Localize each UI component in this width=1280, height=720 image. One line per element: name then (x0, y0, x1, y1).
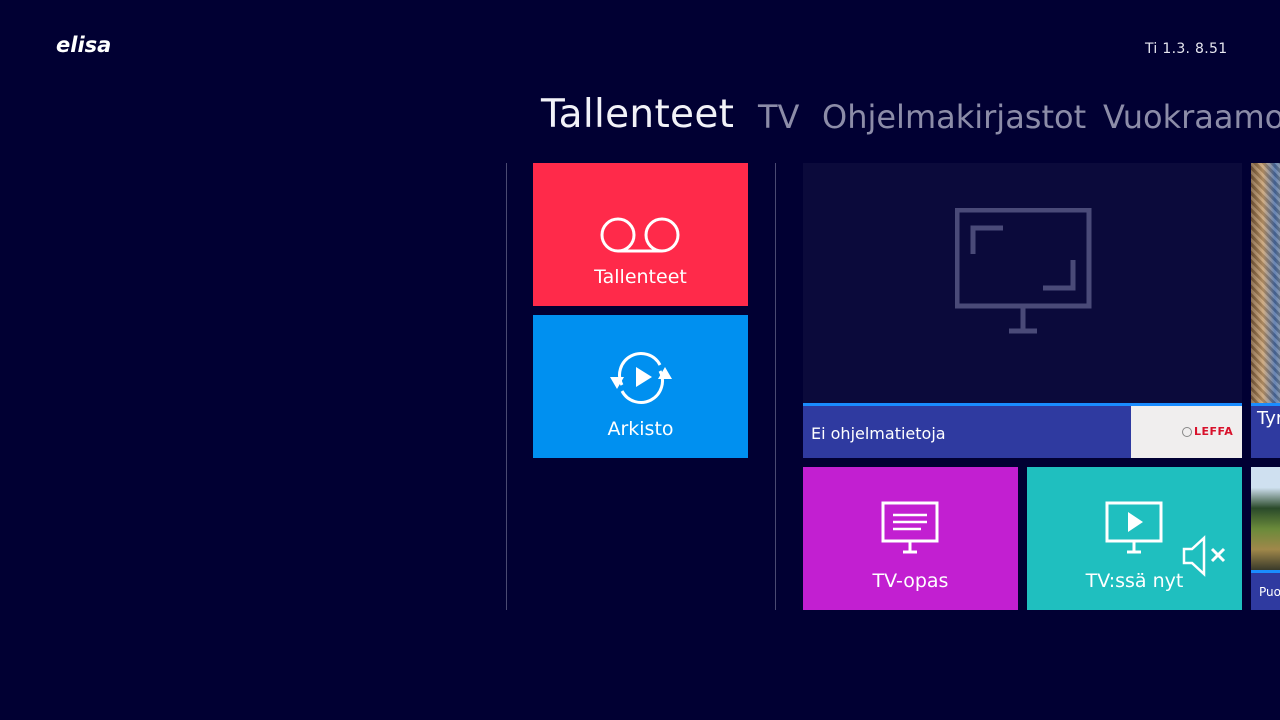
now-playing-tile[interactable]: Ei ohjelmatietoja LEFFA (803, 163, 1242, 458)
voicemail-icon (600, 217, 680, 253)
tab-vuokraamo[interactable]: Vuokraamo (1103, 92, 1280, 142)
content-tile-peek[interactable]: Tyr (1251, 163, 1280, 458)
logo-text: elisa (56, 33, 110, 57)
elisa-logo: elisa (56, 33, 110, 57)
content-title: Puo (1259, 585, 1280, 599)
tab-tallenteet[interactable]: Tallenteet (541, 90, 734, 140)
recordings-tile[interactable]: Tallenteet (533, 163, 748, 306)
channel-logo: LEFFA (1131, 406, 1242, 458)
recordings-label: Tallenteet (594, 266, 687, 288)
tv-guide-icon (881, 501, 939, 554)
content-thumbnail (1251, 467, 1280, 570)
tv-play-icon (1105, 501, 1163, 554)
clock: Ti 1.3. 8.51 (1145, 41, 1228, 57)
tab-ohjelmakirjastot[interactable]: Ohjelmakirjastot (822, 92, 1086, 142)
channel-name: LEFFA (1194, 425, 1234, 438)
program-title: Ei ohjelmatietoja (811, 424, 946, 443)
tv-now-label: TV:ssä nyt (1085, 570, 1184, 592)
content-thumbnail (1251, 163, 1280, 403)
tv-guide-tile[interactable]: TV-opas (803, 467, 1018, 610)
tv-screen-icon (955, 208, 1092, 334)
content-title: Tyr (1257, 408, 1280, 429)
section-divider (775, 163, 776, 610)
archive-replay-icon (610, 352, 672, 404)
tv-guide-label: TV-opas (872, 570, 949, 592)
archive-tile[interactable]: Arkisto (533, 315, 748, 458)
section-divider (506, 163, 507, 610)
program-info: Ei ohjelmatietoja (803, 406, 1131, 458)
tv-now-tile[interactable]: TV:ssä nyt (1027, 467, 1242, 610)
content-info: Tyr (1251, 406, 1280, 458)
archive-label: Arkisto (607, 418, 674, 440)
channel-logo-icon (1182, 427, 1192, 437)
tab-tv[interactable]: TV (758, 92, 799, 142)
content-tile-peek[interactable]: Puo (1251, 467, 1280, 610)
content-info: Puo (1251, 573, 1280, 610)
